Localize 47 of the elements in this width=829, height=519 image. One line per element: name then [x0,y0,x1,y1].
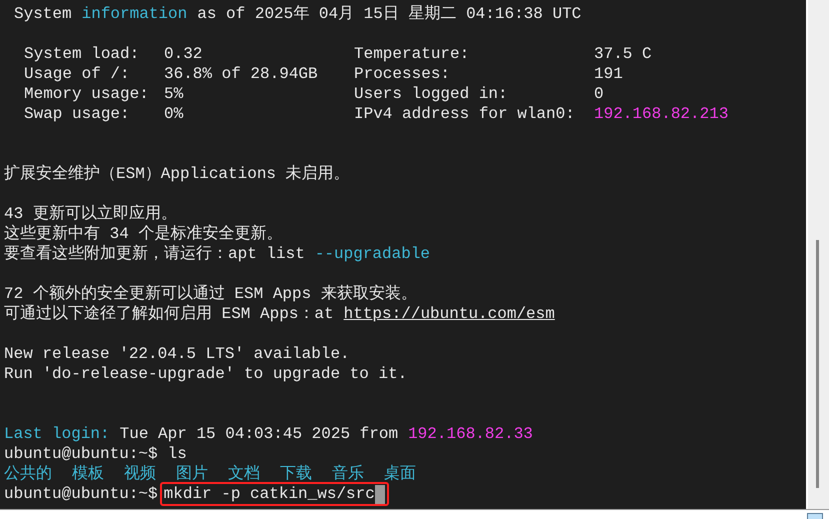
terminal-text: as of 2025年 04月 15日 星期二 04:16:38 UTC [197,4,582,24]
terminal-text: --upgradable [314,244,430,264]
terminal-text: 可通过以下途径了解如何启用 ESM Apps：at [4,304,334,324]
info-label: IPv4 address for wlan0: [354,104,576,124]
directory-name: 桌面 [384,464,416,484]
terminal-text: 要查看这些附加更新，请运行：apt list [4,244,305,264]
terminal-text: 72 个额外的安全更新可以通过 ESM Apps 来获取安装。 [4,284,417,304]
info-value: 191 [594,64,624,84]
terminal-text: Run 'do-release-upgrade' to upgrade to it. [4,364,408,384]
directory-name: 文档 [228,464,260,484]
directory-name: 音乐 [332,464,364,484]
command-text: mkdir -p catkin_ws/src [164,484,375,504]
info-label: Memory usage: [24,84,150,104]
directory-name: 图片 [176,464,208,484]
directory-name: 公共的 [4,464,52,484]
command-text: ls [168,444,187,464]
url-link[interactable]: https://ubuntu.com/esm [344,304,555,324]
directory-name: 下载 [280,464,312,484]
terminal-text: 43 更新可以立即应用。 [4,204,177,224]
info-label: Temperature: [354,44,470,64]
info-label: System load: [24,44,140,64]
info-value: 5% [164,84,184,104]
info-value: 0.32 [164,44,204,64]
terminal-text: New release '22.04.5 LTS' available. [4,344,350,364]
terminal-text: 这些更新中有 34 个是标准安全更新。 [4,224,282,244]
text-cursor [374,484,385,504]
terminal-text: System [14,4,72,24]
info-value: 192.168.82.213 [594,104,730,124]
directory-name: 模板 [72,464,104,484]
terminal-text: 192.168.82.33 [408,424,533,444]
info-label: Swap usage: [24,104,131,124]
shell-prompt: ubuntu@ubuntu:~$ [4,444,158,464]
info-value: 36.8% of 28.94GB [164,64,319,84]
terminal-text: information [82,4,188,24]
terminal-text: Tue Apr 15 04:03:45 2025 from [120,424,398,444]
scrollbar[interactable] [806,0,829,509]
info-label: Users logged in: [354,84,509,104]
terminal-text: 扩展安全维护（ESM）Applications 未启用。 [4,164,350,184]
info-value: 0% [164,104,184,124]
info-label: Processes: [354,64,452,84]
directory-name: 视频 [124,464,156,484]
shell-prompt: ubuntu@ubuntu:~$ [4,484,158,504]
info-value: 37.5 C [594,44,653,64]
terminal-text: Last login: [4,424,110,444]
info-label: Usage of /: [24,64,131,84]
info-value: 0 [594,84,605,104]
scrollbar-thumb[interactable] [816,240,820,488]
